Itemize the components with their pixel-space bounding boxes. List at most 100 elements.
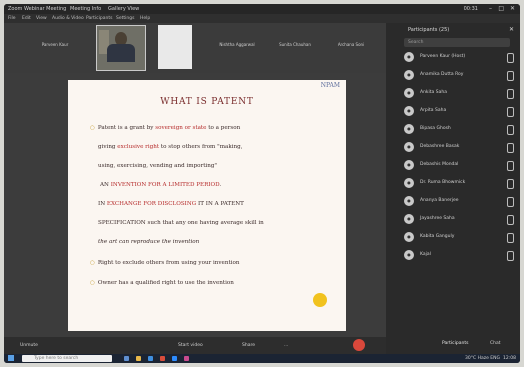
mic-icon[interactable] bbox=[507, 215, 514, 225]
participant-tile[interactable]: Parveen Kaur bbox=[30, 26, 80, 68]
slide-title: WHAT IS PATENT bbox=[160, 97, 254, 107]
mic-icon[interactable] bbox=[507, 107, 514, 117]
avatar: ● bbox=[404, 70, 414, 80]
tile-name: Archana Soni bbox=[337, 42, 365, 47]
zoom-icon[interactable] bbox=[172, 356, 177, 361]
system-tray[interactable]: 30°C Haze ENG bbox=[465, 356, 500, 361]
meeting-timer: 00:31 bbox=[463, 6, 478, 12]
participant-row[interactable]: ● Dr. Ruma Bhowmick bbox=[404, 177, 514, 191]
windows-start-icon[interactable] bbox=[8, 355, 14, 361]
task-view-icon[interactable] bbox=[124, 356, 129, 361]
bullet-icon: ○ bbox=[90, 280, 95, 286]
mic-icon[interactable] bbox=[507, 71, 514, 81]
participant-row[interactable]: ● Debashis Mondal bbox=[404, 159, 514, 173]
close-icon[interactable]: ✕ bbox=[510, 5, 515, 12]
avatar: ● bbox=[404, 52, 414, 62]
participant-tile[interactable]: Sunita Chauhan bbox=[270, 26, 320, 68]
minimize-icon[interactable]: – bbox=[489, 5, 492, 12]
edge-icon[interactable] bbox=[148, 356, 153, 361]
mic-icon[interactable] bbox=[507, 197, 514, 207]
participant-tile[interactable]: Nishtha Aggarwal bbox=[212, 26, 262, 68]
menu-audio-video[interactable]: Audio & Video bbox=[52, 16, 84, 21]
chat-button[interactable]: Chat bbox=[490, 341, 501, 346]
slide-line: using, exercising, vending and importing… bbox=[98, 163, 217, 169]
avatar: ● bbox=[404, 250, 414, 260]
mic-icon[interactable] bbox=[507, 179, 514, 189]
participants-button[interactable]: Participants bbox=[442, 341, 468, 346]
mic-icon[interactable] bbox=[507, 161, 514, 171]
participant-row[interactable]: ● Parveen Kaur (Host) bbox=[404, 51, 514, 65]
avatar: ● bbox=[404, 196, 414, 206]
menu-view[interactable]: View bbox=[36, 16, 47, 21]
mic-icon[interactable] bbox=[507, 143, 514, 153]
participant-row[interactable]: ● Kajal bbox=[404, 249, 514, 263]
participant-row[interactable]: ● Bipasa Ghosh bbox=[404, 123, 514, 137]
blank-video-tile[interactable] bbox=[158, 25, 192, 69]
menu-settings[interactable]: Settings bbox=[116, 16, 134, 21]
tab-meeting-info[interactable]: Meeting Info bbox=[70, 6, 101, 12]
mic-icon[interactable] bbox=[507, 89, 514, 99]
tab-gallery-view[interactable]: Gallery View bbox=[108, 6, 139, 12]
mic-icon[interactable] bbox=[507, 53, 514, 63]
participant-search-input[interactable]: Search bbox=[404, 38, 510, 47]
slide-line: ○ Patent is a grant by sovereign or state… bbox=[90, 125, 241, 131]
participant-row[interactable]: ● Ankita Saha bbox=[404, 87, 514, 101]
pointer-dot-icon bbox=[313, 293, 327, 307]
panel-close-icon[interactable]: ✕ bbox=[509, 26, 514, 33]
slide-logo: NPAM bbox=[320, 82, 340, 89]
slide-line: giving exclusive right to stop others fr… bbox=[98, 144, 243, 150]
zoom-window: Zoom Webinar Meeting Meeting Info Galler… bbox=[4, 4, 520, 363]
mic-icon[interactable] bbox=[507, 251, 514, 261]
avatar: ● bbox=[404, 142, 414, 152]
mute-button[interactable]: Unmute bbox=[20, 343, 38, 348]
participant-row[interactable]: ● Arpita Saha bbox=[404, 105, 514, 119]
menu-file[interactable]: File bbox=[8, 16, 16, 21]
share-button[interactable]: Share bbox=[242, 343, 255, 348]
mic-icon[interactable] bbox=[507, 233, 514, 243]
taskbar-clock[interactable]: 12:08 bbox=[503, 356, 516, 361]
slide-line: the art can reproduce the invention bbox=[98, 239, 200, 245]
participant-video-tile[interactable] bbox=[96, 25, 146, 71]
panel-header: Participants (25) bbox=[408, 27, 450, 33]
taskbar-search-input[interactable]: Type here to search bbox=[22, 355, 112, 362]
menu-help[interactable]: Help bbox=[140, 16, 150, 21]
avatar: ● bbox=[404, 232, 414, 242]
leave-button[interactable] bbox=[353, 339, 365, 351]
slide-line: ○ Right to exclude others from using your… bbox=[90, 260, 240, 266]
participant-tile[interactable]: Archana Soni bbox=[326, 26, 376, 68]
presentation-slide: NPAM WHAT IS PATENT ○ Patent is a grant b… bbox=[68, 80, 346, 331]
participant-row[interactable]: ● Anamika Dutta Roy bbox=[404, 69, 514, 83]
bullet-icon: ○ bbox=[90, 260, 95, 266]
slide-line: IN EXCHANGE FOR DISCLOSING IT IN A PATEN… bbox=[98, 201, 244, 207]
tile-name: Nishtha Aggarwal bbox=[219, 42, 255, 47]
start-video-button[interactable]: Start video bbox=[178, 343, 203, 348]
menu-edit[interactable]: Edit bbox=[22, 16, 31, 21]
tile-name: Sunita Chauhan bbox=[279, 42, 311, 47]
maximize-icon[interactable]: □ bbox=[498, 5, 504, 12]
shared-screen-area: NPAM WHAT IS PATENT ○ Patent is a grant b… bbox=[4, 73, 386, 337]
chrome-icon[interactable] bbox=[160, 356, 165, 361]
file-explorer-icon[interactable] bbox=[136, 356, 141, 361]
app-icon[interactable] bbox=[184, 356, 189, 361]
avatar: ● bbox=[404, 214, 414, 224]
meeting-controls: Unmute Start video Share ... bbox=[4, 337, 386, 354]
person-body bbox=[107, 44, 135, 62]
avatar: ● bbox=[404, 160, 414, 170]
bullet-icon: ○ bbox=[90, 125, 95, 131]
participant-row[interactable]: ● Debashree Basak bbox=[404, 141, 514, 155]
avatar: ● bbox=[404, 178, 414, 188]
participant-row[interactable]: ● Kabita Ganguly bbox=[404, 231, 514, 245]
title-bar: Zoom Webinar Meeting Meeting Info Galler… bbox=[4, 4, 520, 14]
slide-line: ○ Owner has a qualified right to use the … bbox=[90, 280, 234, 286]
participants-panel: Participants (25) ✕ Search ● Parveen Kau… bbox=[386, 23, 520, 354]
avatar: ● bbox=[404, 106, 414, 116]
participant-row[interactable]: ● Ananya Banerjee bbox=[404, 195, 514, 209]
mic-icon[interactable] bbox=[507, 125, 514, 135]
menu-participants[interactable]: Participants bbox=[86, 16, 112, 21]
windows-taskbar: Type here to search 30°C Haze ENG 12:08 bbox=[4, 354, 520, 363]
participant-row[interactable]: ● Jayashree Saha bbox=[404, 213, 514, 227]
avatar: ● bbox=[404, 88, 414, 98]
tab-meeting[interactable]: Zoom Webinar Meeting bbox=[8, 6, 66, 12]
menu-bar: File Edit View Audio & Video Participant… bbox=[4, 14, 520, 23]
more-button[interactable]: ... bbox=[284, 343, 288, 348]
